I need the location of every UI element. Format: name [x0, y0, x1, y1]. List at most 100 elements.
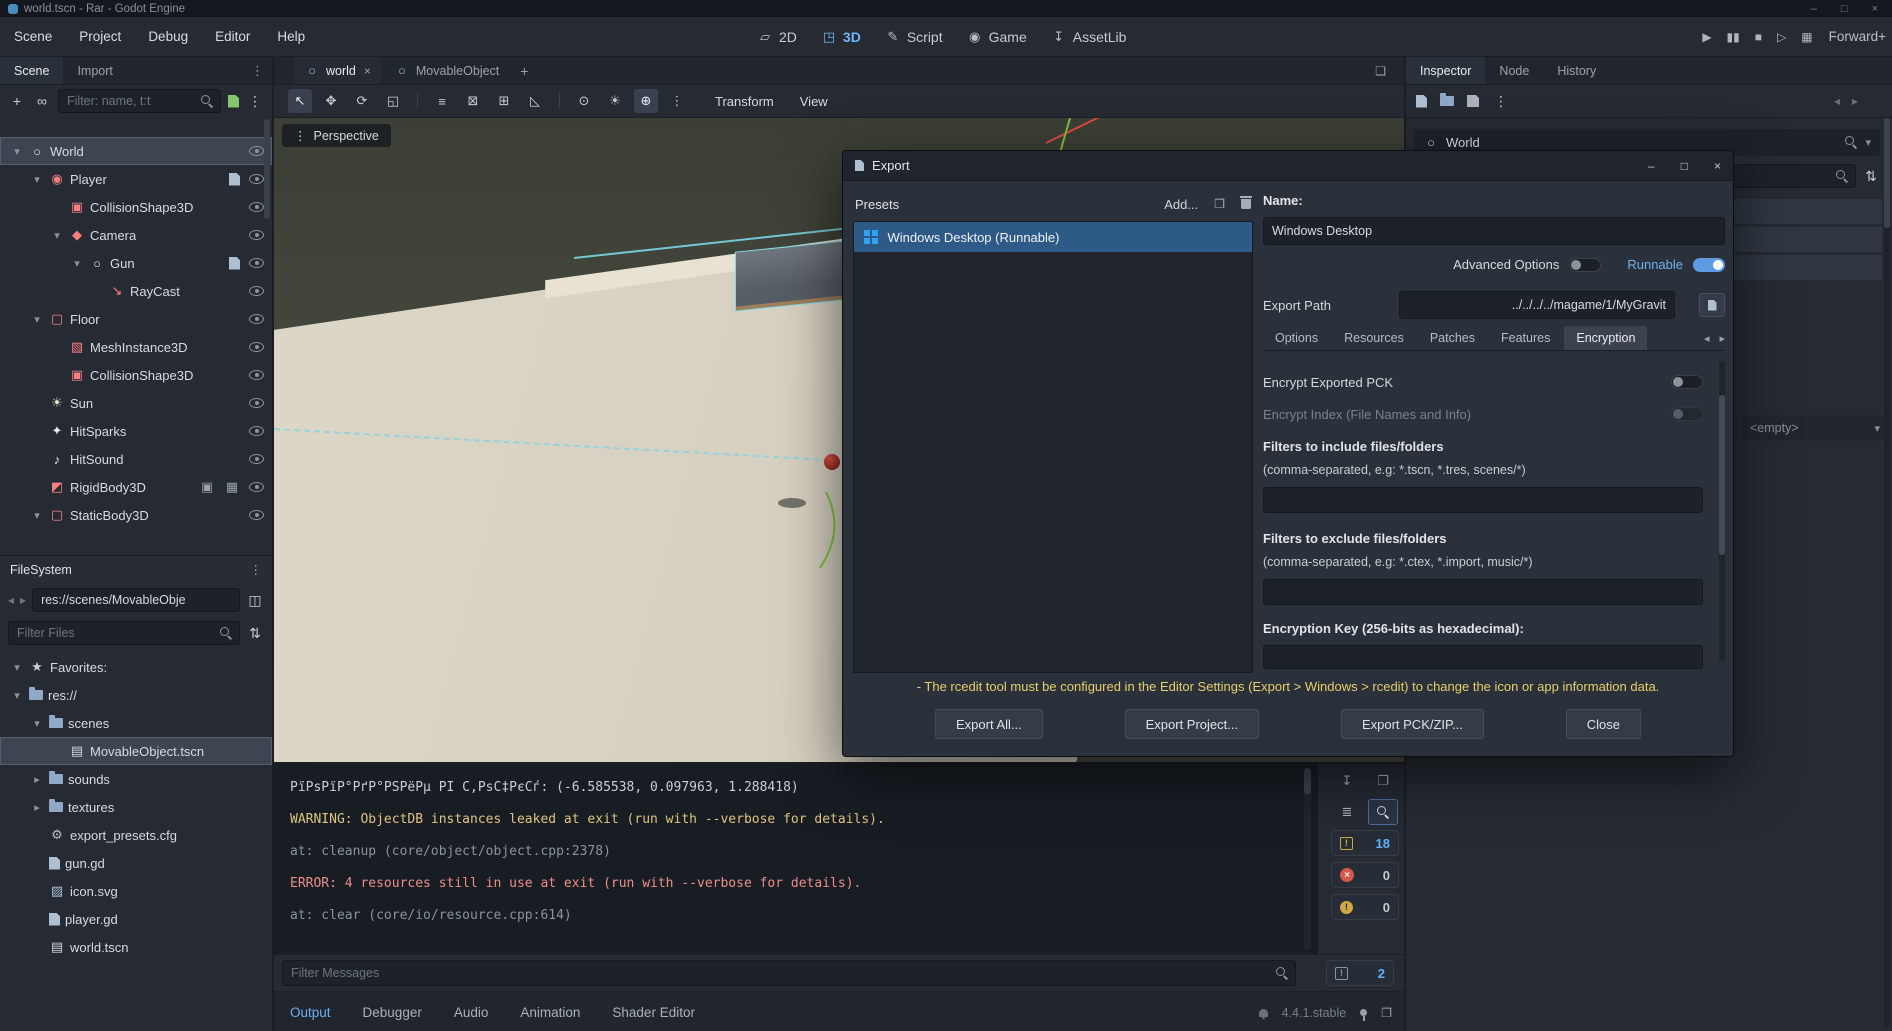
menu-project[interactable]: Project [79, 29, 121, 44]
transform-menu[interactable]: Transform [715, 94, 774, 109]
visibility-eye-icon[interactable] [249, 370, 264, 380]
menu-debug[interactable]: Debug [148, 29, 188, 44]
save-resource-icon[interactable] [1467, 95, 1479, 107]
filesystem-row[interactable]: ⚙export_presets.cfg [0, 821, 272, 849]
inspector-scrollbar[interactable] [1884, 118, 1890, 1027]
preset-item[interactable]: Windows Desktop (Runnable) [854, 222, 1252, 252]
history-back-icon[interactable]: ◂ [1834, 94, 1840, 108]
runnable-toggle[interactable] [1693, 258, 1725, 272]
export-tab-encryption[interactable]: Encryption [1564, 326, 1647, 350]
export-project-button[interactable]: Export Project... [1125, 709, 1259, 739]
duplicate-preset-icon[interactable]: ❐ [1214, 197, 1225, 211]
menu-help[interactable]: Help [277, 29, 305, 44]
visibility-eye-icon[interactable] [249, 454, 264, 464]
pin-panel-icon[interactable] [1360, 1009, 1367, 1016]
search-icon[interactable] [1845, 136, 1858, 149]
fs-split-view-icon[interactable]: ◫ [246, 592, 264, 609]
fold-down-icon[interactable]: ▾ [30, 173, 44, 186]
sun-icon[interactable]: ☀ [603, 89, 627, 113]
snap-icon[interactable]: ⊙ [572, 89, 596, 113]
filter-messages-input[interactable] [282, 960, 1296, 986]
add-preset-button[interactable]: Add... [1164, 197, 1198, 212]
scene-dock-more-icon[interactable]: ⋮ [243, 57, 272, 84]
visibility-eye-icon[interactable] [249, 314, 264, 324]
copy-log-icon[interactable]: ❐ [1368, 768, 1398, 794]
scene-tree-row[interactable]: ♪HitSound [0, 445, 272, 473]
attach-script-button[interactable] [228, 95, 239, 108]
float-panel-icon[interactable]: ❐ [1381, 1006, 1392, 1020]
scene-tree-row[interactable]: ▾▢Floor [0, 305, 272, 333]
dialog-minimize-button[interactable]: – [1648, 159, 1655, 173]
filesystem-row[interactable]: ▸sounds [0, 765, 272, 793]
fold-down-icon[interactable]: ▾ [30, 509, 44, 522]
list-select-icon[interactable]: ≡ [430, 89, 454, 113]
property-resource-picker[interactable]: <empty> ▾ [1742, 415, 1888, 441]
workspace-3d[interactable]: ◳3D [821, 29, 861, 45]
export-tab-options[interactable]: Options [1263, 326, 1330, 350]
scene-tree-row[interactable]: ☀Sun [0, 389, 272, 417]
export-all-button[interactable]: Export All... [935, 709, 1043, 739]
add-node-button[interactable]: + [8, 93, 26, 109]
visibility-eye-icon[interactable] [249, 230, 264, 240]
group-icon[interactable]: ⊞ [492, 89, 516, 113]
fs-back-button[interactable]: ◂ [8, 593, 14, 607]
environment-icon[interactable]: ⊕ [634, 89, 658, 113]
workspace-game[interactable]: ◉Game [967, 29, 1027, 45]
scene-tree-more-icon[interactable]: ⋮ [246, 93, 264, 110]
output-badge-info[interactable]: 2 [1326, 960, 1394, 986]
bottom-tab-output[interactable]: Output [290, 1005, 331, 1020]
filesystem-more-icon[interactable]: ⋮ [250, 562, 263, 577]
bottom-tab-shader-editor[interactable]: Shader Editor [612, 1005, 695, 1020]
bottom-tab-animation[interactable]: Animation [520, 1005, 580, 1020]
window-maximize-button[interactable]: □ [1841, 3, 1848, 15]
encryption-key-input[interactable] [1263, 645, 1703, 669]
chevron-down-icon[interactable]: ▾ [1865, 136, 1871, 149]
inspector-tab-history[interactable]: History [1543, 57, 1610, 84]
save-log-icon[interactable]: ↧ [1332, 768, 1362, 794]
ruler-icon[interactable]: ◺ [523, 89, 547, 113]
close-button[interactable]: Close [1566, 709, 1641, 739]
output-badge-messages[interactable]: 18 [1331, 830, 1399, 856]
filesystem-row[interactable]: ▨icon.svg [0, 877, 272, 905]
workspace-script[interactable]: ✎Script [885, 29, 943, 45]
scene-tree-row[interactable]: ▾○World [0, 137, 272, 165]
fold-down-icon[interactable]: ▾ [30, 717, 44, 730]
bottom-tab-debugger[interactable]: Debugger [363, 1005, 422, 1020]
filesystem-row[interactable]: ▤world.tscn [0, 933, 272, 961]
encrypt-index-toggle[interactable] [1671, 407, 1703, 421]
dock-tab-scene[interactable]: Scene [0, 57, 63, 84]
playback-play-icon[interactable]: ▶ [1702, 30, 1711, 44]
window-titlebar[interactable]: world.tscn - Rar - Godot Engine – □ × [0, 0, 1892, 17]
renderer-select[interactable]: Forward+ [1829, 29, 1886, 44]
more-icon[interactable]: ⋮ [665, 89, 689, 113]
inspector-tab-inspector[interactable]: Inspector [1406, 57, 1485, 84]
playback-movie-icon[interactable]: ▦ [1801, 30, 1812, 44]
filesystem-row[interactable]: ▾★Favorites: [0, 653, 272, 681]
export-tab-features[interactable]: Features [1489, 326, 1562, 350]
new-scene-tab-button[interactable]: + [512, 57, 536, 84]
scene-tree-row[interactable]: ▾◉Player [0, 165, 272, 193]
visibility-eye-icon[interactable] [249, 174, 264, 184]
menu-scene[interactable]: Scene [14, 29, 52, 44]
scene-tree-scrollbar[interactable] [264, 119, 270, 219]
view-menu[interactable]: View [800, 94, 828, 109]
fold-right-icon[interactable]: ▸ [30, 801, 44, 814]
filesystem-row[interactable]: ▾res:// [0, 681, 272, 709]
output-badge-errors[interactable]: 0 [1331, 862, 1399, 888]
workspace-2d[interactable]: ▱2D [757, 29, 797, 45]
scene-tree-row[interactable]: ↘RayCast [0, 277, 272, 305]
menu-editor[interactable]: Editor [215, 29, 250, 44]
output-badge-warnings[interactable]: 0 [1331, 894, 1399, 920]
export-path-input[interactable] [1399, 291, 1675, 319]
playback-pause-icon[interactable]: ▮▮ [1727, 30, 1740, 44]
visibility-eye-icon[interactable] [249, 202, 264, 212]
rotate-tool-icon[interactable]: ⟳ [350, 89, 374, 113]
exclude-filters-input[interactable] [1263, 579, 1703, 605]
fold-down-icon[interactable]: ▾ [10, 689, 24, 702]
dock-tab-import[interactable]: Import [63, 57, 126, 84]
scene-tree-row[interactable]: ◩RigidBody3D▣▦ [0, 473, 272, 501]
visibility-eye-icon[interactable] [249, 342, 264, 352]
fold-down-icon[interactable]: ▾ [10, 661, 24, 674]
scene-tab-world[interactable]: ○world× [294, 57, 381, 84]
visibility-eye-icon[interactable] [249, 482, 264, 492]
